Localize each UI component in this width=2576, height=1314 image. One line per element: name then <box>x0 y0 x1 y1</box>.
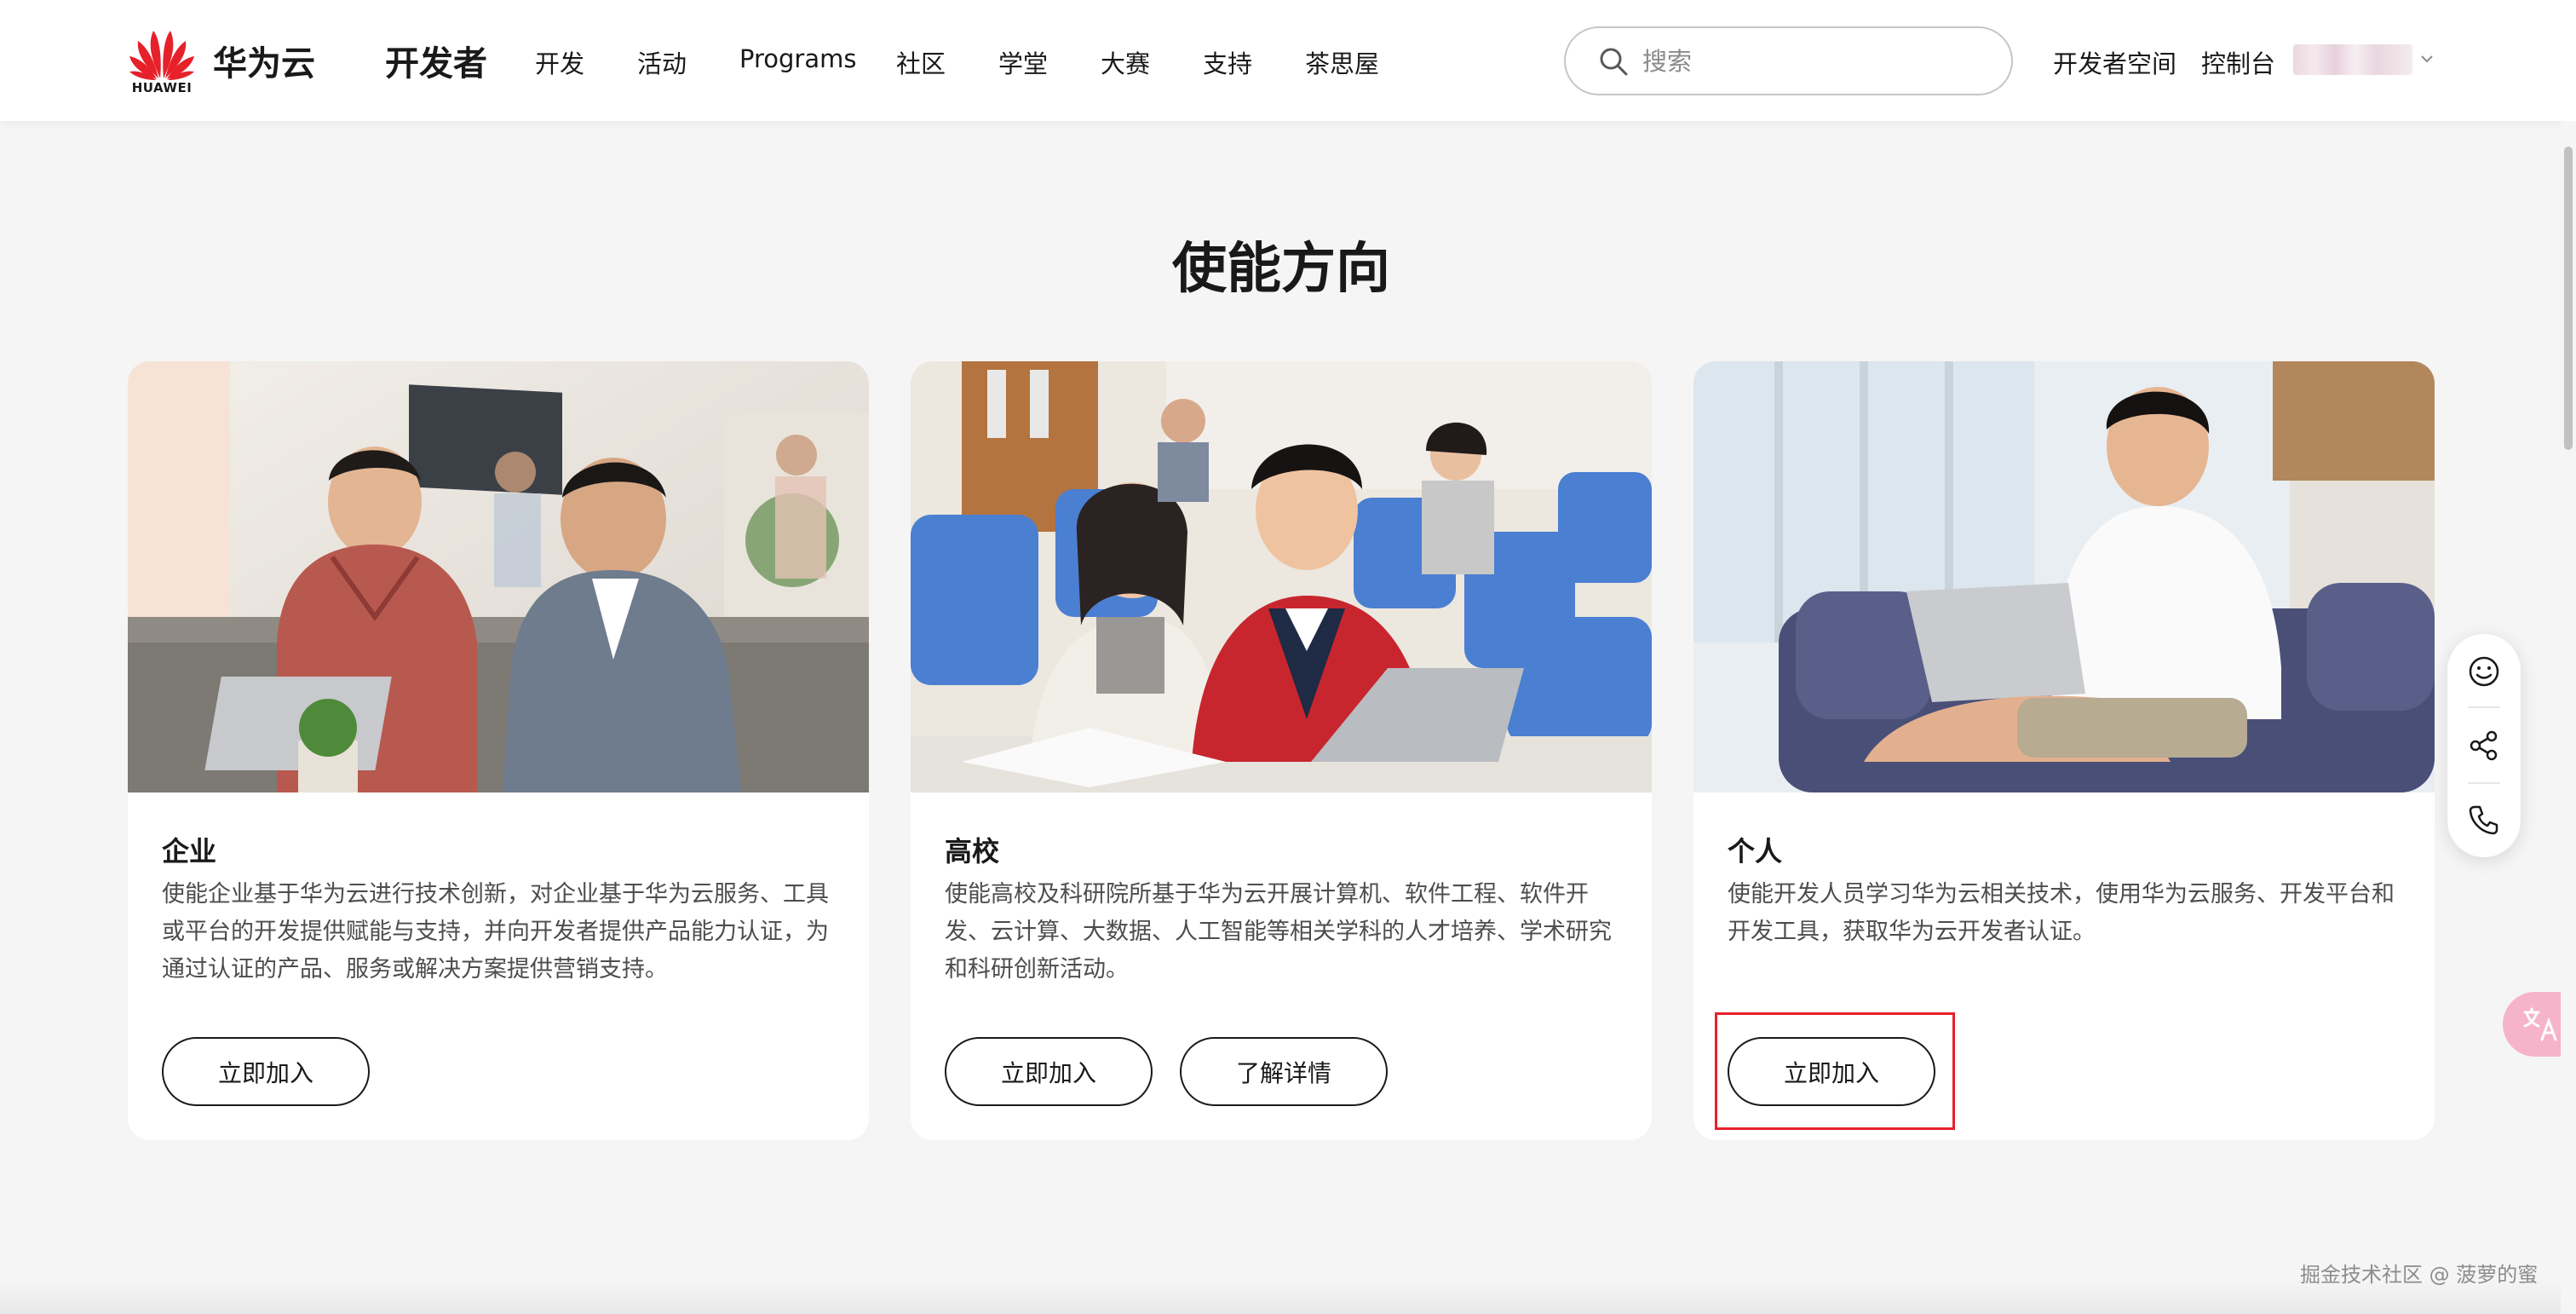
phone-icon[interactable] <box>2467 803 2501 837</box>
card-title: 高校 <box>945 835 1000 867</box>
logo-wordmark: HUAWEI <box>131 80 193 95</box>
card-description: 使能高校及科研院所基于华为云开展计算机、软件工程、软件开发、云计算、大数据、人工… <box>945 881 1612 983</box>
section-name[interactable]: 开发者 <box>385 36 487 85</box>
smile-icon[interactable] <box>2467 654 2501 689</box>
brand-name[interactable]: 华为云 <box>213 36 315 85</box>
translate-icon <box>2523 1007 2557 1041</box>
card-description: 使能企业基于华为云进行技术创新，对企业基于华为云服务、工具或平台的开发提供赋能与… <box>162 881 829 983</box>
console-link[interactable]: 控制台 <box>2201 44 2275 80</box>
card-title: 个人 <box>1728 835 1783 867</box>
section-title: 使能方向 <box>1172 238 1390 301</box>
card-description: 使能开发人员学习华为云相关技术，使用华为云服务、开发平台和开发工具，获取华为云开… <box>1728 881 2395 945</box>
watermark: 掘金技术社区 @ 菠萝的蜜 <box>2300 1263 2539 1287</box>
scrollbar-thumb[interactable] <box>2564 147 2573 450</box>
nav-teahouse[interactable]: 茶思屋 <box>1305 44 1379 80</box>
nav-academy[interactable]: 学堂 <box>998 44 1048 80</box>
nav-programs[interactable]: Programs <box>739 44 856 73</box>
floating-toolbar <box>2447 634 2521 857</box>
card-enterprise: 企业 使能企业基于华为云进行技术创新，对企业基于华为云服务、工具或平台的开发提供… <box>128 361 869 1140</box>
join-now-button[interactable]: 立即加入 <box>162 1037 370 1106</box>
highlight-annotation <box>1715 1012 1955 1130</box>
user-account-blurred[interactable] <box>2293 44 2412 75</box>
card-university: 高校 使能高校及科研院所基于华为云开展计算机、软件工程、软件开发、云计算、大数据… <box>911 361 1652 1140</box>
nav-support[interactable]: 支持 <box>1203 44 1252 80</box>
share-icon[interactable] <box>2467 729 2501 763</box>
card-title: 企业 <box>162 835 217 867</box>
university-photo <box>911 361 1652 792</box>
individual-photo <box>1693 361 2435 792</box>
developer-space-link[interactable]: 开发者空间 <box>2053 44 2176 80</box>
divider <box>2468 782 2500 784</box>
learn-more-button[interactable]: 了解详情 <box>1180 1037 1388 1106</box>
search-input[interactable] <box>1642 43 1983 79</box>
join-now-button[interactable]: 立即加入 <box>945 1037 1153 1106</box>
nav-dev[interactable]: 开发 <box>535 44 584 80</box>
search-box[interactable] <box>1564 26 2013 95</box>
nav-community[interactable]: 社区 <box>896 44 946 80</box>
nav-contests[interactable]: 大赛 <box>1101 44 1150 80</box>
search-icon <box>1600 48 1628 76</box>
divider <box>2468 706 2500 708</box>
enterprise-photo <box>128 361 869 792</box>
top-navbar: HUAWEI 华为云 开发者 开发 活动 Programs 社区 学堂 大赛 支… <box>0 0 2576 121</box>
chevron-down-icon[interactable] <box>2418 49 2436 68</box>
nav-events[interactable]: 活动 <box>637 44 687 80</box>
bottom-shadow <box>0 1280 2561 1314</box>
